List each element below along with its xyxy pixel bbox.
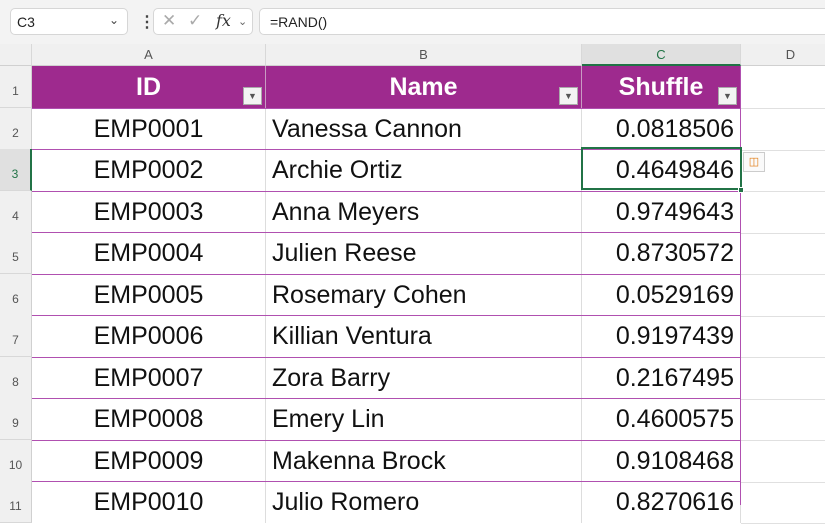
quick-analysis-icon[interactable]: ◫ xyxy=(743,152,765,172)
table-header-cell[interactable]: Name ▼ xyxy=(266,66,582,108)
grid-line xyxy=(741,191,825,192)
row-header[interactable]: 9 xyxy=(0,398,32,440)
grid-line xyxy=(741,233,825,234)
table-cell[interactable]: EMP0008 xyxy=(32,398,266,440)
table-cell[interactable]: Zora Barry xyxy=(266,357,582,399)
table-cell[interactable]: 0.8730572 xyxy=(582,232,741,274)
grid-line xyxy=(741,150,825,151)
table-cell[interactable]: EMP0003 xyxy=(32,191,266,233)
row-divider xyxy=(32,440,741,441)
table-cell[interactable]: 0.0529169 xyxy=(582,274,741,316)
grid-line xyxy=(741,357,825,358)
column-header-d[interactable]: D xyxy=(741,44,825,66)
table-cell[interactable]: 0.8270616 xyxy=(582,481,741,523)
formula-buttons: ✕ ✓ fx ⌄ xyxy=(153,8,253,35)
filter-dropdown-icon[interactable]: ▼ xyxy=(559,87,578,105)
table-cell[interactable]: EMP0009 xyxy=(32,440,266,482)
table-cell[interactable]: 0.9108468 xyxy=(582,440,741,482)
table-cell[interactable]: EMP0010 xyxy=(32,481,266,523)
insert-function-icon[interactable]: fx xyxy=(216,11,231,30)
table-cell[interactable]: Julien Reese xyxy=(266,232,582,274)
table-cell[interactable]: Makenna Brock xyxy=(266,440,582,482)
table-header-cell[interactable]: ID ▼ xyxy=(32,66,266,108)
table-cell[interactable]: EMP0001 xyxy=(32,108,266,150)
grid-line xyxy=(741,399,825,400)
table-border xyxy=(740,66,741,505)
row-header[interactable]: 11 xyxy=(0,481,32,523)
row-divider xyxy=(32,274,741,275)
grid-line xyxy=(741,440,825,441)
table-cell[interactable]: 0.9197439 xyxy=(582,315,741,357)
table-cell[interactable]: 0.9749643 xyxy=(582,191,741,233)
row-header[interactable]: 1 xyxy=(0,66,32,108)
column-header-b[interactable]: B xyxy=(266,44,582,66)
enter-icon[interactable]: ✓ xyxy=(188,11,202,31)
row-divider xyxy=(32,191,741,192)
name-box-value: C3 xyxy=(17,14,35,30)
row-divider xyxy=(32,357,741,358)
table-cell[interactable]: Archie Ortiz xyxy=(266,149,582,191)
chevron-down-icon[interactable]: ⌄ xyxy=(238,15,247,28)
row-divider xyxy=(32,398,741,399)
row-header[interactable]: 5 xyxy=(0,232,32,274)
table-cell[interactable]: 0.4600575 xyxy=(582,398,741,440)
table-cell[interactable]: Julio Romero xyxy=(266,481,582,523)
row-divider xyxy=(32,108,741,109)
table-cell[interactable]: EMP0005 xyxy=(32,274,266,316)
row-header[interactable]: 4 xyxy=(0,191,32,233)
row-header[interactable]: 3 xyxy=(0,149,32,191)
grid-line xyxy=(741,523,825,524)
header-label: Shuffle xyxy=(618,73,704,101)
row-header[interactable]: 8 xyxy=(0,357,32,399)
active-cell-selection xyxy=(581,147,742,190)
header-label: ID xyxy=(136,73,161,101)
table-cell[interactable]: EMP0002 xyxy=(32,149,266,191)
grid-line xyxy=(741,274,825,275)
table-cell[interactable]: 0.0818506 xyxy=(582,108,741,150)
row-divider xyxy=(32,481,741,482)
row-header[interactable]: 7 xyxy=(0,315,32,357)
row-divider xyxy=(32,232,741,233)
table-cell[interactable]: EMP0007 xyxy=(32,357,266,399)
table-cell[interactable]: Vanessa Cannon xyxy=(266,108,582,150)
grid-line xyxy=(741,316,825,317)
row-divider xyxy=(32,315,741,316)
chevron-down-icon[interactable]: ⌄ xyxy=(109,13,119,27)
grid-line xyxy=(741,108,825,109)
filter-dropdown-icon[interactable]: ▼ xyxy=(718,87,737,105)
table-cell[interactable]: Killian Ventura xyxy=(266,315,582,357)
table-cell[interactable]: Emery Lin xyxy=(266,398,582,440)
header-label: Name xyxy=(389,73,458,101)
select-all-corner[interactable] xyxy=(0,44,32,66)
grid-line xyxy=(741,482,825,483)
name-box[interactable]: C3 ⌄ xyxy=(10,8,128,35)
fill-handle[interactable] xyxy=(738,187,744,193)
table-header-cell[interactable]: Shuffle ▼ xyxy=(582,66,741,108)
cancel-icon[interactable]: ✕ xyxy=(162,11,176,31)
table-cell[interactable]: Rosemary Cohen xyxy=(266,274,582,316)
formula-input[interactable]: =RAND() xyxy=(259,8,825,35)
row-header[interactable]: 10 xyxy=(0,440,32,482)
table-cell[interactable]: EMP0006 xyxy=(32,315,266,357)
row-header[interactable]: 6 xyxy=(0,274,32,316)
table-cell[interactable]: Anna Meyers xyxy=(266,191,582,233)
filter-dropdown-icon[interactable]: ▼ xyxy=(243,87,262,105)
table-cell[interactable]: EMP0004 xyxy=(32,232,266,274)
formula-bar: C3 ⌄ ⋮ ✕ ✓ fx ⌄ =RAND() xyxy=(0,0,825,44)
column-header-c[interactable]: C xyxy=(582,44,741,66)
row-header[interactable]: 2 xyxy=(0,108,32,150)
table-cell[interactable]: 0.2167495 xyxy=(582,357,741,399)
column-header-a[interactable]: A xyxy=(32,44,266,66)
